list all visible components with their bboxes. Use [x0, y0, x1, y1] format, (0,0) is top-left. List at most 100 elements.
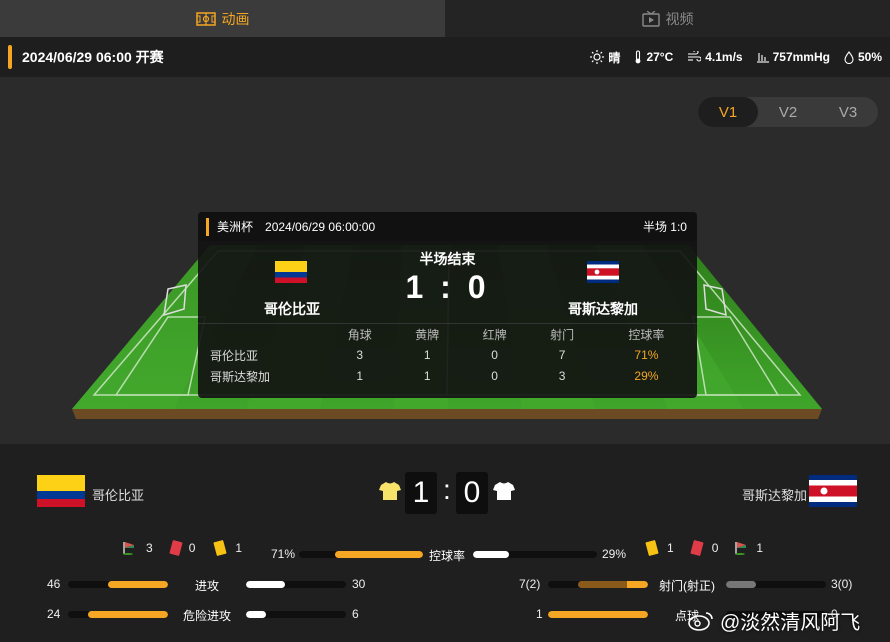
away-corners-count: 1 [756, 541, 764, 555]
home-attack: 46 [47, 577, 61, 591]
cell: 3 [356, 348, 364, 362]
wind: 4.1m/s [687, 50, 743, 64]
home-penalty-track [548, 611, 648, 618]
colombia-flag-icon [37, 475, 85, 507]
table-row: 哥伦比亚 3 1 0 7 71% [198, 345, 697, 366]
away-possession: 29% [602, 547, 627, 561]
wind-text: 4.1m/s [705, 50, 743, 64]
column-header: 控球率 [628, 327, 665, 342]
cell: 29% [634, 369, 659, 383]
thermometer-icon [636, 50, 641, 64]
row-team: 哥斯达黎加 [210, 369, 271, 384]
halftime-score: 半场 1:0 [642, 220, 687, 234]
weather-text: 晴 [608, 50, 621, 65]
home-possession: 71% [271, 547, 296, 561]
costa-rica-flag-icon [809, 475, 857, 507]
home-shirt-icon [379, 482, 401, 500]
away-dangerous-attack: 6 [352, 607, 359, 621]
home-possession-track [299, 551, 423, 558]
weibo-icon [688, 611, 713, 631]
view-v3-button[interactable]: V3 [818, 97, 878, 127]
home-dangerous-track [68, 611, 168, 618]
yellow-card-icon [645, 540, 659, 556]
away-shirt-icon [493, 482, 515, 500]
corner-flag-icon [123, 542, 134, 555]
home-penalty: 1 [536, 607, 543, 621]
weather-condition: 晴 [590, 49, 620, 66]
away-yellow-count: 1 [667, 541, 674, 555]
shots-label: 射门(射正) [659, 579, 715, 593]
humidity: 50% [844, 50, 882, 64]
away-dangerous-track [246, 611, 346, 618]
tab-animation[interactable]: 动画 [0, 0, 445, 37]
red-card-icon [690, 540, 704, 556]
droplet-icon [844, 50, 854, 64]
tv-icon [641, 10, 660, 27]
view-v2-button[interactable]: V2 [758, 97, 818, 127]
match-summary-card: 美洲杯 2024/06/29 06:00:00 半场 1:0 哥伦比亚 半场结束… [198, 212, 697, 398]
away-possession-fill [473, 551, 509, 558]
card-datetime: 2024/06/29 06:00:00 [265, 219, 376, 234]
cell: 1 [356, 369, 364, 383]
attack-label: 进攻 [194, 579, 219, 593]
card-accent-bar [206, 217, 209, 236]
column-header: 红牌 [482, 327, 507, 342]
away-attack-track [246, 581, 346, 588]
away-dangerous-fill [246, 611, 266, 618]
card-stats-table: 角球 黄牌 红牌 射门 控球率 哥伦比亚 3 1 0 7 71% 哥斯达黎加 1… [198, 323, 697, 387]
home-dangerous-fill [88, 611, 168, 618]
view-switch: V1 V2 V3 [698, 97, 878, 127]
away-attack-fill [246, 581, 285, 588]
home-attack-track [68, 581, 168, 588]
away-score-digit: 0 [456, 472, 488, 514]
home-shots-fill [578, 581, 648, 588]
column-header: 角球 [347, 327, 372, 342]
costa-rica-flag-icon [587, 261, 619, 283]
home-shots: 7(2) [519, 577, 541, 591]
match-info-bar: 2024/06/29 06:00 开赛 晴 27°C 4.1m/s 757mmH… [0, 37, 890, 77]
home-team-name: 哥伦比亚 [92, 488, 145, 503]
home-red-count: 0 [188, 541, 196, 555]
away-shots: 3(0) [831, 577, 853, 591]
away-team-name: 哥斯达黎加 [568, 301, 638, 317]
sun-icon [590, 50, 605, 64]
corner-flag-icon [735, 542, 747, 555]
away-team-name: 哥斯达黎加 [742, 488, 808, 503]
card-header: 美洲杯 2024/06/29 06:00:00 半场 1:0 [198, 212, 697, 241]
yellow-card-icon [213, 540, 227, 556]
tab-video-label: 视频 [665, 10, 694, 27]
away-red-count: 0 [711, 541, 719, 555]
red-card-icon [169, 540, 183, 556]
cell: 1 [423, 348, 431, 362]
dangerous-attack-label: 危险进攻 [182, 609, 231, 623]
away-shots-fill [726, 581, 756, 588]
pitch-icon [195, 11, 216, 26]
match-datetime: 2024/06/29 06:00 开赛 [22, 49, 164, 65]
top-tabs: 动画 视频 [0, 0, 890, 37]
card-teams: 哥伦比亚 半场结束 1 : 0 哥斯达黎加 [198, 241, 697, 323]
weibo-watermark: @淡然清风阿飞 [688, 606, 860, 635]
away-event-counts: 1 0 1 [645, 540, 763, 556]
home-attack-fill [108, 581, 168, 588]
row-team: 哥伦比亚 [210, 348, 259, 363]
pressure-icon [756, 53, 769, 63]
cell: 1 [423, 369, 431, 383]
watermark-text: @淡然清风阿飞 [720, 612, 861, 634]
tab-video[interactable]: 视频 [445, 0, 890, 37]
humidity-text: 50% [857, 50, 882, 64]
pressure: 757mmHg [756, 50, 830, 64]
table-row: 哥斯达黎加 1 1 0 3 29% [198, 366, 697, 387]
temperature: 27°C [634, 50, 673, 64]
home-yellow-count: 1 [235, 541, 243, 555]
cell: 7 [558, 348, 566, 362]
score-colon: : [443, 474, 451, 505]
match-status: 半场结束 [419, 251, 476, 267]
view-v1-button[interactable]: V1 [698, 97, 758, 127]
possession-label: 控球率 [428, 549, 465, 563]
column-header: 黄牌 [415, 327, 440, 342]
cell: 3 [558, 369, 566, 383]
home-possession-fill [335, 551, 423, 558]
temperature-text: 27°C [646, 50, 674, 64]
home-corners-count: 3 [146, 541, 153, 555]
away-attack: 30 [352, 577, 366, 591]
